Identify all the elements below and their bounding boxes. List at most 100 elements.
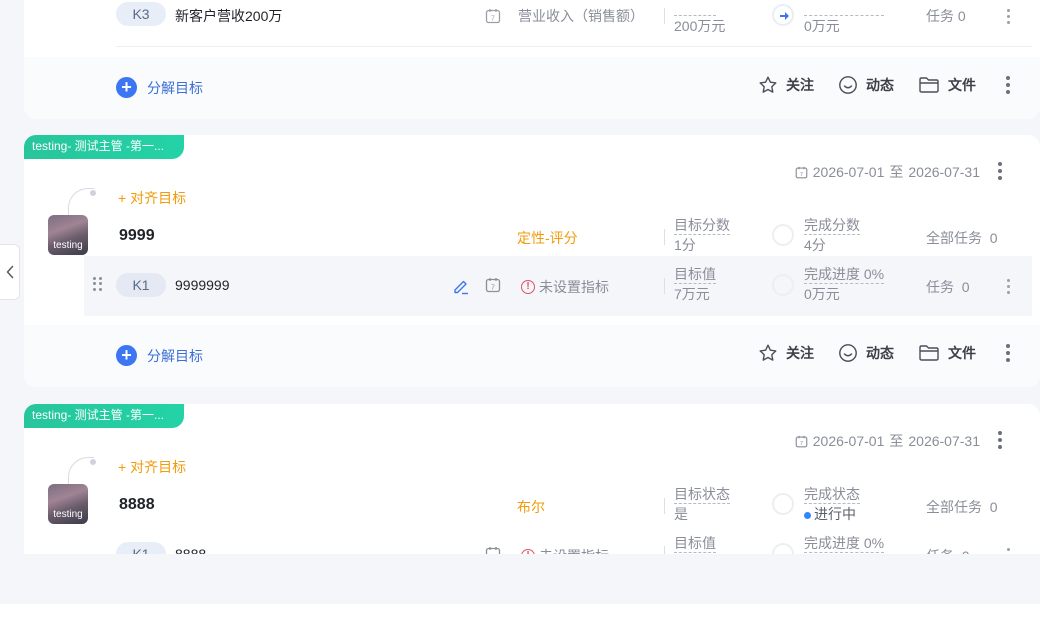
card-footer: + 分解目标 关注 动态 文件 [24, 57, 1040, 119]
avatar-label: testing [53, 240, 83, 251]
kr-indicator: 未设置指标 [539, 279, 609, 295]
objective-target: 目标分数 1分 [674, 215, 730, 255]
card-footer: + 分解目标 关注 动态 文件 [24, 325, 1040, 387]
decompose-label: 分解目标 [147, 347, 203, 364]
date-sep: 至 [889, 164, 904, 180]
objective-more-icon[interactable] [992, 430, 1008, 450]
chevron-left-icon [6, 265, 13, 279]
decompose-button[interactable]: + 分解目标 [116, 345, 203, 366]
drag-handle-icon[interactable] [93, 277, 103, 291]
date-range[interactable]: 7 2026-07-01 至 2026-07-31 [795, 431, 980, 451]
task-count: 0 [989, 230, 998, 246]
date-start: 2026-07-01 [812, 164, 885, 180]
okr-list-viewport[interactable]: K3 新客户营收200万 7 营业收入（销售额） 200万元 0万元 任务 0 … [0, 0, 1040, 604]
task-label: 任务 [926, 548, 954, 554]
footer-more-icon[interactable] [1000, 75, 1016, 95]
date-end: 2026-07-31 [908, 433, 980, 449]
target-value: 是 [674, 506, 688, 522]
follow-button[interactable]: 关注 [758, 75, 814, 95]
owner-tag: testing- 测试主管 -第一... [24, 404, 184, 428]
task-count: 0 [961, 279, 970, 295]
task-label: 任务 [926, 279, 954, 295]
follow-label: 关注 [786, 345, 814, 361]
kr-tasks[interactable]: 任务 0 [926, 546, 970, 554]
arrow-icon [780, 12, 789, 20]
kr-target-label: 目标值 [674, 266, 716, 284]
files-label: 文件 [948, 345, 976, 361]
status-dot [804, 512, 811, 519]
owner-tag: testing- 测试主管 -第一... [24, 135, 184, 159]
progress-label: 完成分数 [804, 217, 860, 235]
kr-progress: 0万元 [804, 0, 884, 36]
collapse-sidebar-button[interactable] [0, 244, 20, 300]
avatar-label: testing [53, 509, 83, 520]
kr-target: 200万元 [674, 0, 725, 36]
objective-card: testing- 测试主管 -第一... 7 2026-07-01 至 2026… [24, 404, 1040, 554]
align-objective-link[interactable]: + 对齐目标 [118, 457, 186, 477]
kr-title[interactable]: 8888 [175, 546, 206, 554]
files-label: 文件 [948, 77, 976, 93]
kr-more-icon[interactable] [1000, 276, 1016, 296]
kr-row[interactable]: K1 9999999 7 ! 未设置指标 目标值 7万元 完成进度 0% 0万元… [84, 256, 1032, 316]
task-count: 0 [957, 8, 966, 24]
kr-progress: 完成进度 0% [804, 533, 885, 553]
edit-icon[interactable] [452, 277, 470, 295]
footer-more-icon[interactable] [1000, 343, 1016, 363]
files-button[interactable]: 文件 [918, 343, 976, 363]
kr-badge: K3 [116, 2, 166, 26]
target-value: 1分 [674, 237, 696, 253]
target-label: 目标分数 [674, 217, 730, 235]
follow-button[interactable]: 关注 [758, 343, 814, 363]
kr-target: 目标值 [674, 533, 716, 553]
task-label: 全部任务 [926, 230, 982, 246]
calendar-icon: 7 [795, 435, 808, 447]
progress-ring [772, 493, 794, 515]
svg-text:7: 7 [491, 16, 495, 23]
progress-value: 进行中 [814, 506, 856, 522]
kr-progress-label: 完成进度 0% [804, 535, 885, 553]
objective-tasks[interactable]: 全部任务 0 [926, 228, 998, 248]
calendar-icon[interactable]: 7 [485, 8, 501, 24]
kr-tasks[interactable]: 任务 0 [926, 6, 966, 26]
kr-progress-label: 完成进度 0% [804, 266, 885, 284]
kr-row[interactable]: K1 8888 ! 未设置指标 目标值 完成进度 0% 任务 0 [84, 530, 1032, 554]
date-end: 2026-07-31 [908, 164, 980, 180]
kr-indicator: 营业收入（销售额） [518, 8, 644, 24]
objective-title[interactable]: 9999 [119, 227, 155, 245]
objective-progress: 完成状态 进行中 [804, 484, 860, 524]
chat-smile-icon [839, 76, 857, 94]
task-label: 全部任务 [926, 499, 982, 515]
objective-title[interactable]: 8888 [119, 496, 155, 514]
objective-tasks[interactable]: 全部任务 0 [926, 497, 998, 517]
activity-button[interactable]: 动态 [838, 75, 894, 95]
kr-title[interactable]: 9999999 [175, 277, 230, 293]
kr-more-icon[interactable] [1000, 545, 1016, 554]
avatar[interactable]: testing [48, 484, 88, 524]
kr-target: 目标值 7万元 [674, 264, 716, 304]
date-range[interactable]: 7 2026-07-01 至 2026-07-31 [795, 162, 980, 182]
align-objective-link[interactable]: + 对齐目标 [118, 188, 186, 208]
kr-title[interactable]: 新客户营收200万 [175, 6, 282, 26]
calendar-icon[interactable] [485, 546, 501, 554]
objective-target: 目标状态 是 [674, 484, 730, 524]
objective-progress: 完成分数 4分 [804, 215, 860, 255]
kr-more-icon[interactable] [1000, 6, 1016, 26]
kr-badge: K1 [116, 273, 166, 297]
decompose-button[interactable]: + 分解目标 [116, 77, 203, 98]
svg-text:7: 7 [800, 441, 803, 447]
objective-card: testing- 测试主管 -第一... 7 2026-07-01 至 2026… [24, 135, 1040, 387]
activity-label: 动态 [866, 77, 894, 93]
calendar-icon[interactable]: 7 [485, 277, 501, 293]
files-button[interactable]: 文件 [918, 75, 976, 95]
date-start: 2026-07-01 [812, 433, 885, 449]
kr-progress: 完成进度 0% 0万元 [804, 264, 885, 304]
avatar[interactable]: testing [48, 215, 88, 255]
kr-badge: K1 [116, 542, 166, 554]
indicator-warning[interactable]: ! 未设置指标 [521, 546, 609, 554]
objective-more-icon[interactable] [992, 161, 1008, 181]
activity-button[interactable]: 动态 [838, 343, 894, 363]
kr-tasks[interactable]: 任务 0 [926, 277, 970, 297]
objective-card: K3 新客户营收200万 7 营业收入（销售额） 200万元 0万元 任务 0 … [24, 0, 1040, 119]
indicator-warning[interactable]: ! 未设置指标 [521, 277, 609, 297]
target-label: 目标状态 [674, 486, 730, 504]
